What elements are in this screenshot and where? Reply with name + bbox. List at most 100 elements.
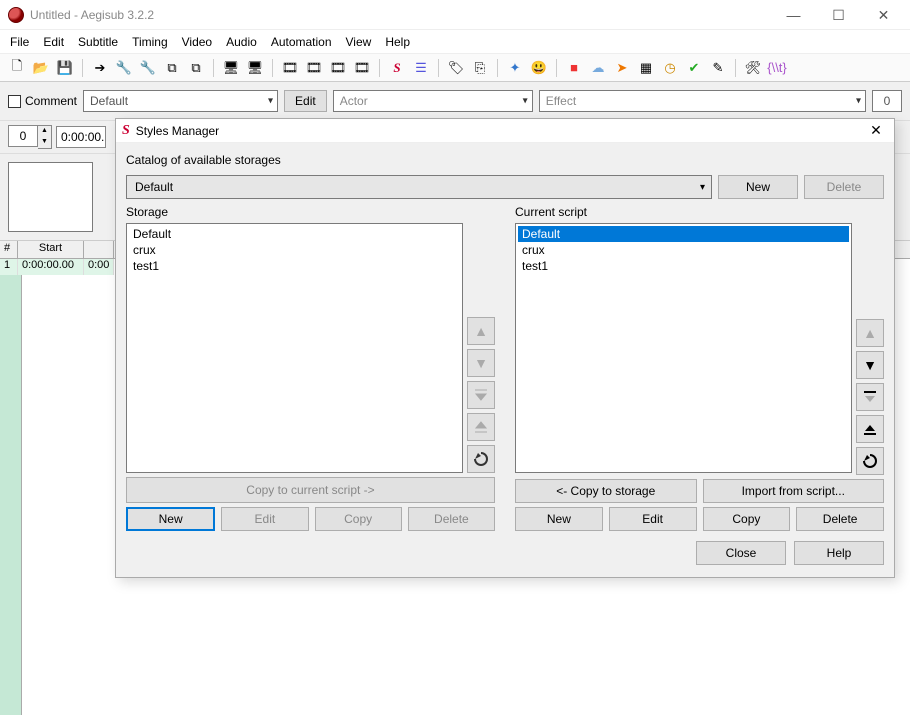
- minimize-button[interactable]: —: [771, 0, 816, 30]
- help-button[interactable]: Help: [794, 541, 884, 565]
- film2-icon[interactable]: 🎞: [305, 59, 323, 77]
- script-new-button[interactable]: New: [515, 507, 603, 531]
- comment-label: Comment: [25, 94, 77, 108]
- brush-icon[interactable]: ✦: [506, 59, 524, 77]
- spinner-down-icon[interactable]: ▼: [38, 137, 51, 148]
- tool-icon[interactable]: ⧉: [163, 59, 181, 77]
- script-copy-button[interactable]: Copy: [703, 507, 791, 531]
- catalog-new-button[interactable]: New: [718, 175, 798, 199]
- style-combo[interactable]: Default ▾: [83, 90, 278, 112]
- layer-field[interactable]: 0: [872, 90, 902, 112]
- move-down-button[interactable]: ▼: [467, 349, 495, 377]
- storage-delete-button[interactable]: Delete: [408, 507, 495, 531]
- close-button[interactable]: Close: [696, 541, 786, 565]
- text-editor[interactable]: [8, 162, 93, 232]
- cell-end: 0:00: [84, 259, 114, 275]
- film-icon[interactable]: 🎞: [281, 59, 299, 77]
- check-icon[interactable]: ✔: [685, 59, 703, 77]
- tool2-icon[interactable]: ⧉: [187, 59, 205, 77]
- open-icon[interactable]: 📂: [32, 59, 50, 77]
- tag-icon[interactable]: 🏷: [447, 59, 465, 77]
- sort-button[interactable]: [856, 447, 884, 475]
- checkbox-icon[interactable]: [8, 95, 21, 108]
- sort-button[interactable]: [467, 445, 495, 473]
- menu-automation[interactable]: Automation: [271, 35, 332, 49]
- storage-edit-button[interactable]: Edit: [221, 507, 308, 531]
- fish-icon[interactable]: ➤: [613, 59, 631, 77]
- styles-icon[interactable]: S: [388, 59, 406, 77]
- list-item[interactable]: crux: [129, 242, 460, 258]
- storage-new-button[interactable]: New: [126, 507, 215, 531]
- edit-style-button[interactable]: Edit: [284, 90, 327, 112]
- storage-pane: Storage Default crux test1 ▲ ▼: [126, 205, 495, 531]
- menu-file[interactable]: File: [10, 35, 29, 49]
- catalog-label: Catalog of available storages: [126, 151, 884, 169]
- film4-icon[interactable]: 🎞: [353, 59, 371, 77]
- catalog-delete-button[interactable]: Delete: [804, 175, 884, 199]
- move-bottom-button[interactable]: [856, 415, 884, 443]
- menu-video[interactable]: Video: [182, 35, 212, 49]
- layer-spinner[interactable]: 0 ▲ ▼: [8, 125, 52, 149]
- new-icon[interactable]: 🗋: [8, 59, 26, 77]
- list-icon[interactable]: ☰: [412, 59, 430, 77]
- col-num[interactable]: #: [0, 241, 18, 258]
- catalog-combo[interactable]: Default ▾: [126, 175, 712, 199]
- spinner-value[interactable]: 0: [8, 125, 38, 147]
- col-end[interactable]: [84, 241, 114, 258]
- save-icon[interactable]: 💾: [56, 59, 74, 77]
- grid-icon[interactable]: ▦: [637, 59, 655, 77]
- dialog-close-button[interactable]: ✕: [864, 122, 888, 139]
- tag-t-icon[interactable]: {\\t}: [768, 59, 786, 77]
- comment-checkbox[interactable]: Comment: [8, 94, 77, 108]
- col-start[interactable]: Start: [18, 241, 84, 258]
- tools-icon[interactable]: 🛠: [744, 59, 762, 77]
- catalog-value: Default: [135, 180, 173, 194]
- face-icon[interactable]: 😃: [530, 59, 548, 77]
- move-up-button[interactable]: ▲: [467, 317, 495, 345]
- effect-combo[interactable]: Effect ▾: [539, 90, 866, 112]
- menu-audio[interactable]: Audio: [226, 35, 257, 49]
- list-item[interactable]: crux: [518, 242, 849, 258]
- clock-icon[interactable]: ◷: [661, 59, 679, 77]
- script-listbox[interactable]: Default crux test1: [515, 223, 852, 473]
- screen-icon[interactable]: 🖥: [222, 59, 240, 77]
- arrow-icon[interactable]: ➔: [91, 59, 109, 77]
- grid-row[interactable]: 1 0:00:00.00 0:00: [0, 259, 114, 275]
- list-item[interactable]: test1: [129, 258, 460, 274]
- copy-to-storage-button[interactable]: <- Copy to storage: [515, 479, 697, 503]
- cloud-icon[interactable]: ☁: [589, 59, 607, 77]
- spinner-up-icon[interactable]: ▲: [38, 126, 51, 137]
- copy-icon[interactable]: ⎘: [471, 59, 489, 77]
- script-delete-button[interactable]: Delete: [796, 507, 884, 531]
- menu-timing[interactable]: Timing: [132, 35, 168, 49]
- actor-placeholder: Actor: [340, 94, 368, 108]
- move-up-button[interactable]: ▲: [856, 319, 884, 347]
- storage-copy-button[interactable]: Copy: [315, 507, 402, 531]
- chart-icon[interactable]: ■: [565, 59, 583, 77]
- storage-listbox[interactable]: Default crux test1: [126, 223, 463, 473]
- paint-icon[interactable]: ✎: [709, 59, 727, 77]
- import-from-script-button[interactable]: Import from script...: [703, 479, 885, 503]
- list-item[interactable]: Default: [129, 226, 460, 242]
- copy-to-script-button[interactable]: Copy to current script ->: [126, 477, 495, 503]
- move-bottom-button[interactable]: [467, 413, 495, 441]
- list-item[interactable]: Default: [518, 226, 849, 242]
- menu-help[interactable]: Help: [385, 35, 410, 49]
- move-down-button[interactable]: ▼: [856, 351, 884, 379]
- move-top-button[interactable]: [856, 383, 884, 411]
- film3-icon[interactable]: 🎞: [329, 59, 347, 77]
- close-button[interactable]: ✕: [861, 0, 906, 30]
- wrench-icon[interactable]: 🔧: [115, 59, 133, 77]
- start-time-field[interactable]: 0:00:00.: [56, 126, 106, 148]
- wrench2-icon[interactable]: 🔧: [139, 59, 157, 77]
- caret-icon: ▾: [856, 96, 861, 107]
- actor-combo[interactable]: Actor ▾: [333, 90, 533, 112]
- list-item[interactable]: test1: [518, 258, 849, 274]
- move-top-button[interactable]: [467, 381, 495, 409]
- screen2-icon[interactable]: 🖥: [246, 59, 264, 77]
- menu-edit[interactable]: Edit: [43, 35, 64, 49]
- script-edit-button[interactable]: Edit: [609, 507, 697, 531]
- menu-view[interactable]: View: [346, 35, 372, 49]
- maximize-button[interactable]: ☐: [816, 0, 861, 30]
- menu-subtitle[interactable]: Subtitle: [78, 35, 118, 49]
